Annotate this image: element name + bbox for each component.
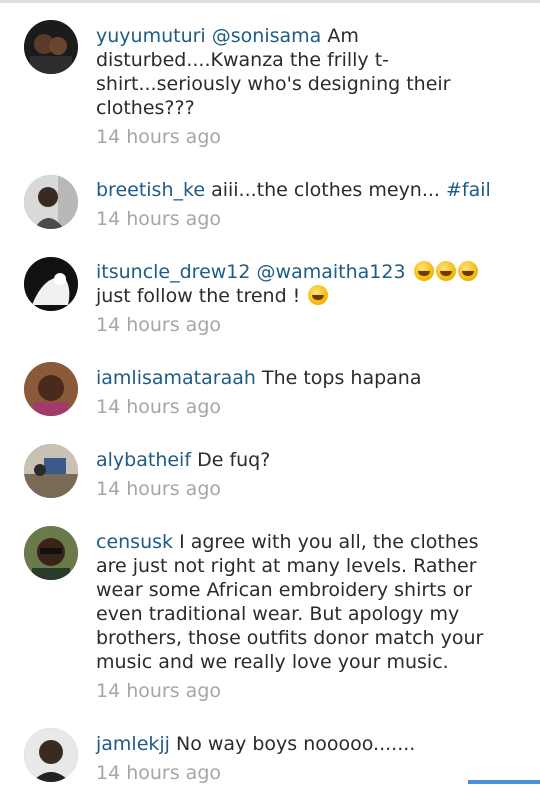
username-link[interactable]: iamlisamataraah <box>96 367 256 389</box>
comment-text: De fuq? <box>197 449 271 471</box>
timestamp: 14 hours ago <box>96 396 222 418</box>
timestamp: 14 hours ago <box>96 762 222 784</box>
username-link[interactable]: alybatheif <box>96 449 191 471</box>
avatar[interactable] <box>24 728 78 782</box>
comment-text: No way boys nooooo....... <box>176 733 416 755</box>
username-link[interactable]: censusk <box>96 531 173 553</box>
timestamp: 14 hours ago <box>96 478 222 500</box>
comment-body: alybatheif De fuq? 14 hours ago <box>96 448 496 501</box>
avatar[interactable] <box>24 526 78 580</box>
mention-link[interactable]: @wamaitha123 <box>257 261 406 283</box>
bottom-accent-bar <box>468 780 540 784</box>
timestamp: 14 hours ago <box>96 680 222 702</box>
username-link[interactable]: breetish_ke <box>96 179 205 201</box>
comment-body: breetish_ke aiii...the clothes meyn... #… <box>96 178 496 231</box>
comment-text: aiii...the clothes meyn... <box>211 179 440 201</box>
username-link[interactable]: yuyumuturi <box>96 25 206 47</box>
hashtag-link[interactable]: #fail <box>446 179 491 201</box>
comment-body: yuyumuturi @sonisama Am disturbed....Kwa… <box>96 24 496 149</box>
avatar[interactable] <box>24 444 78 498</box>
comment-body: iamlisamataraah The tops hapana 14 hours… <box>96 366 496 419</box>
avatar[interactable] <box>24 20 78 74</box>
timestamp: 14 hours ago <box>96 208 222 230</box>
comment-text: just follow the trend ! <box>96 285 301 307</box>
comment-body: itsuncle_drew12 @wamaitha123 just follow… <box>96 260 516 337</box>
username-link[interactable]: itsuncle_drew12 <box>96 261 251 283</box>
username-link[interactable]: jamlekjj <box>96 733 170 755</box>
laughing-emoji-icon <box>308 285 329 305</box>
laughing-emoji-icon <box>435 261 456 281</box>
laughing-emoji-icon <box>457 261 478 281</box>
mention-link[interactable]: @sonisama <box>212 25 322 47</box>
avatar[interactable] <box>24 257 78 311</box>
timestamp: 14 hours ago <box>96 314 222 336</box>
comment-text: The tops hapana <box>261 367 422 389</box>
avatar[interactable] <box>24 175 78 229</box>
top-divider <box>0 0 540 3</box>
avatar[interactable] <box>24 362 78 416</box>
comment-body: censusk I agree with you all, the clothe… <box>96 530 486 703</box>
timestamp: 14 hours ago <box>96 126 222 148</box>
comment-body: jamlekjj No way boys nooooo....... 14 ho… <box>96 732 496 785</box>
laughing-emoji-icon <box>413 261 434 281</box>
